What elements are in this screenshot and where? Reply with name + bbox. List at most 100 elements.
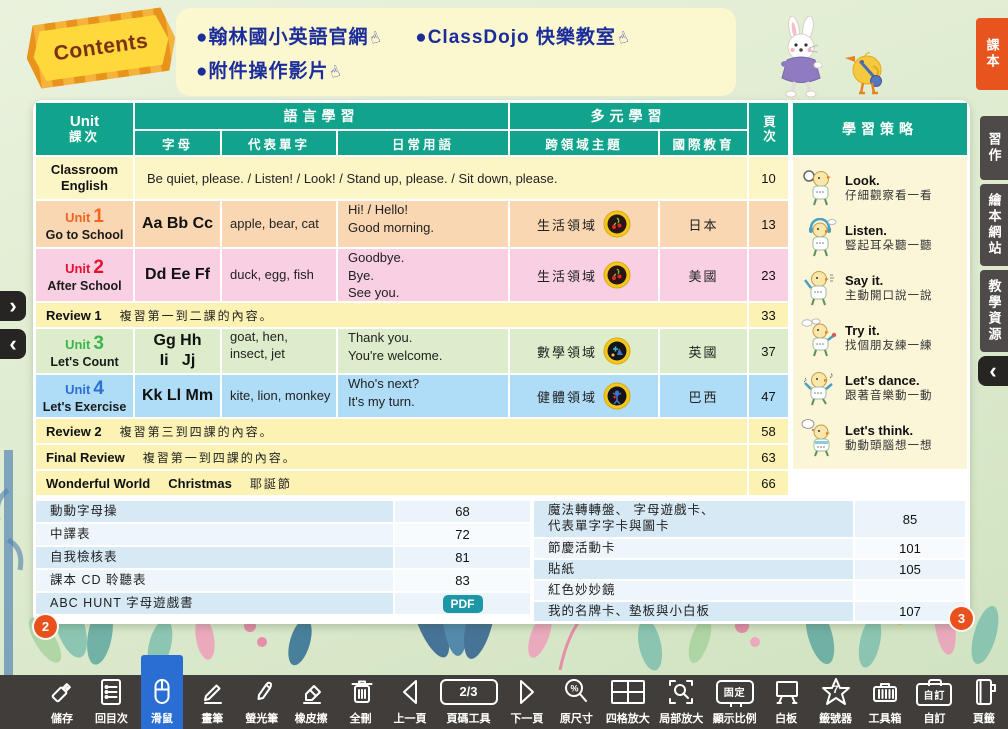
appendix-page: 68 [395,501,530,522]
strategy-say-it: Say it.主動開口說一說 [801,268,959,308]
row-review1: Review 1複習第一到二課的內容。 [36,303,747,327]
appendix-item: 貼紙 [534,560,853,579]
zoom-percent-icon: % [561,676,591,708]
row-unit1-words: apple, bear, cat [222,201,336,247]
row-unit4-phrases: Who's next?It's my turn. [338,375,508,417]
mouse-icon [147,676,177,708]
row-unit4-title: Unit4 Let's Exercise [36,375,133,417]
row-final-review: Final Review複習第一到四課的內容。 [36,445,747,469]
page-tabs-button[interactable]: 頁籤 [964,675,1004,729]
mouse-tool-button[interactable]: 滑鼠 [141,655,183,729]
header-intl-education: 國際教育 [660,131,747,155]
appendix-item: 魔法轉轉盤、 字母遊戲卡、代表單字字卡與圖卡 [534,501,853,537]
usb-drive-icon [47,676,77,708]
link-attachment-videos[interactable]: ●附件操作影片☝ [196,56,341,83]
book-page-number-right: 3 [948,605,975,632]
row-unit3-title: Unit3 Let's Count [36,329,133,373]
header-cross-domain: 跨領域主題 [510,131,658,155]
tab-workbook[interactable]: 習作 [980,116,1008,180]
tab-picturebook-site[interactable]: 繪本網站 [980,184,1008,266]
appendix-page: 81 [395,547,530,568]
row-unit3-domain: 數學領域 [510,329,658,373]
collapse-tabs-button[interactable]: ‹ [978,356,1008,386]
link-classdojo[interactable]: ●ClassDojo 快樂教室☝ [415,22,628,49]
next-page-button[interactable]: 下一頁 [507,675,547,729]
row-unit1-country: 日本 [660,201,747,247]
save-button[interactable]: 儲存 [42,675,82,729]
back-to-contents-button[interactable]: 回目次 [91,675,131,729]
appendix-page: 83 [395,570,530,591]
math-badge-icon [603,337,631,365]
next-triangle-icon [512,676,542,708]
eraser-tool-button[interactable]: 橡皮擦 [291,675,331,729]
health-pe-badge-icon [603,382,631,410]
hand-pointer-icon: ☝ [367,26,384,48]
custom-tools-button[interactable]: 自訂 自訂 [914,675,954,729]
display-ratio-button[interactable]: 固定 顯示比例 [713,675,757,729]
toolbox-button[interactable]: 工具箱 [865,675,905,729]
listen-bird-icon [801,218,837,258]
collapse-left-panel-button[interactable]: ‹ [0,329,26,359]
think-bird-icon [801,418,837,458]
appendix-item: 中譯表 [36,524,393,545]
strategy-lets-dance: ♪♪ Let's dance.跟著音樂動一動 [801,368,959,408]
eraser-icon [296,676,326,708]
pdf-download-button[interactable]: PDF [443,595,483,613]
contents-ribbon: Contents [22,6,179,90]
delete-all-button[interactable]: 全刪 [341,675,381,729]
contents-table-card: Unit 課次 語言學習 多元學習 頁次 學習策略 字母 代表單字 日常用語 跨… [33,100,970,624]
appendix-page: 101 [855,539,965,558]
partial-zoom-button[interactable]: 局部放大 [659,675,703,729]
quick-links-panel: ●翰林國小英語官網☝ ●ClassDojo 快樂教室☝ ●附件操作影片☝ [176,8,736,96]
previous-triangle-icon [395,676,425,708]
four-panel-zoom-button[interactable]: 四格放大 [606,675,650,729]
header-letters: 字母 [135,131,220,155]
svg-text:%: % [571,683,579,693]
book-page-number-left: 2 [32,613,59,640]
link-hanlin-site[interactable]: ●翰林國小英語官網☝ [196,22,381,49]
row-unit2-country: 美國 [660,249,747,301]
pen-tool-button[interactable]: 畫筆 [192,675,232,729]
row-classroom-title: ClassroomEnglish [36,157,133,199]
strategy-look: Look.仔細觀察看一看 [801,168,959,208]
row-unit1-page: 13 [749,201,788,247]
row-final-review-page: 63 [749,445,788,469]
expand-left-panel-button[interactable]: › [0,291,26,321]
row-classroom-page: 10 [749,157,788,199]
svg-text:♪: ♪ [829,370,834,380]
tab-textbook[interactable]: 課本 [976,18,1008,90]
previous-page-button[interactable]: 上一頁 [390,675,430,729]
appendix-item: 節慶活動卡 [534,539,853,558]
number-picker-button[interactable]: 7 籤號器 [816,675,856,729]
appendix-item: 課本 CD 聆聽表 [36,570,393,591]
page-number-tool[interactable]: 2/3 頁碼工具 [440,675,498,729]
appendix-pdf-cell: PDF [395,593,530,614]
original-size-button[interactable]: % 原尺寸 [556,675,596,729]
row-review1-page: 33 [749,303,788,327]
strategy-listen: Listen.豎起耳朵聽一聽 [801,218,959,258]
row-wonderful-world-page: 66 [749,471,788,495]
appendix-item: ABC HUNT 字母遊戲書 [36,593,393,614]
hand-pointer-icon: ☝ [327,60,344,82]
row-review2: Review 2複習第三到四課的內容。 [36,419,747,443]
say-it-bird-icon [801,268,837,308]
highlighter-tool-button[interactable]: 螢光筆 [242,675,282,729]
zoom-area-icon [665,676,697,708]
look-bird-icon [801,168,837,208]
row-unit2-page: 23 [749,249,788,301]
row-review2-page: 58 [749,419,788,443]
header-daily-expressions: 日常用語 [338,131,508,155]
toolbox-icon [869,676,901,708]
header-unit: Unit 課次 [36,103,133,155]
page-indicator[interactable]: 2/3 [440,679,498,705]
try-it-bird-icon [801,318,837,358]
rabbit-and-chick-mascots [745,12,915,100]
tab-teaching-resources[interactable]: 教學資源 [980,270,1008,352]
whiteboard-button[interactable]: 白板 [766,675,806,729]
header-strategy: 學習策略 [793,103,967,155]
row-unit3-letters: Gg HhIi Jj [135,329,220,373]
appendix-item: 紅色妙妙鏡 [534,581,853,600]
row-unit2-words: duck, egg, fish [222,249,336,301]
row-unit1-phrases: Hi! / Hello!Good morning. [338,201,508,247]
row-unit4-domain: 健體領域 [510,375,658,417]
